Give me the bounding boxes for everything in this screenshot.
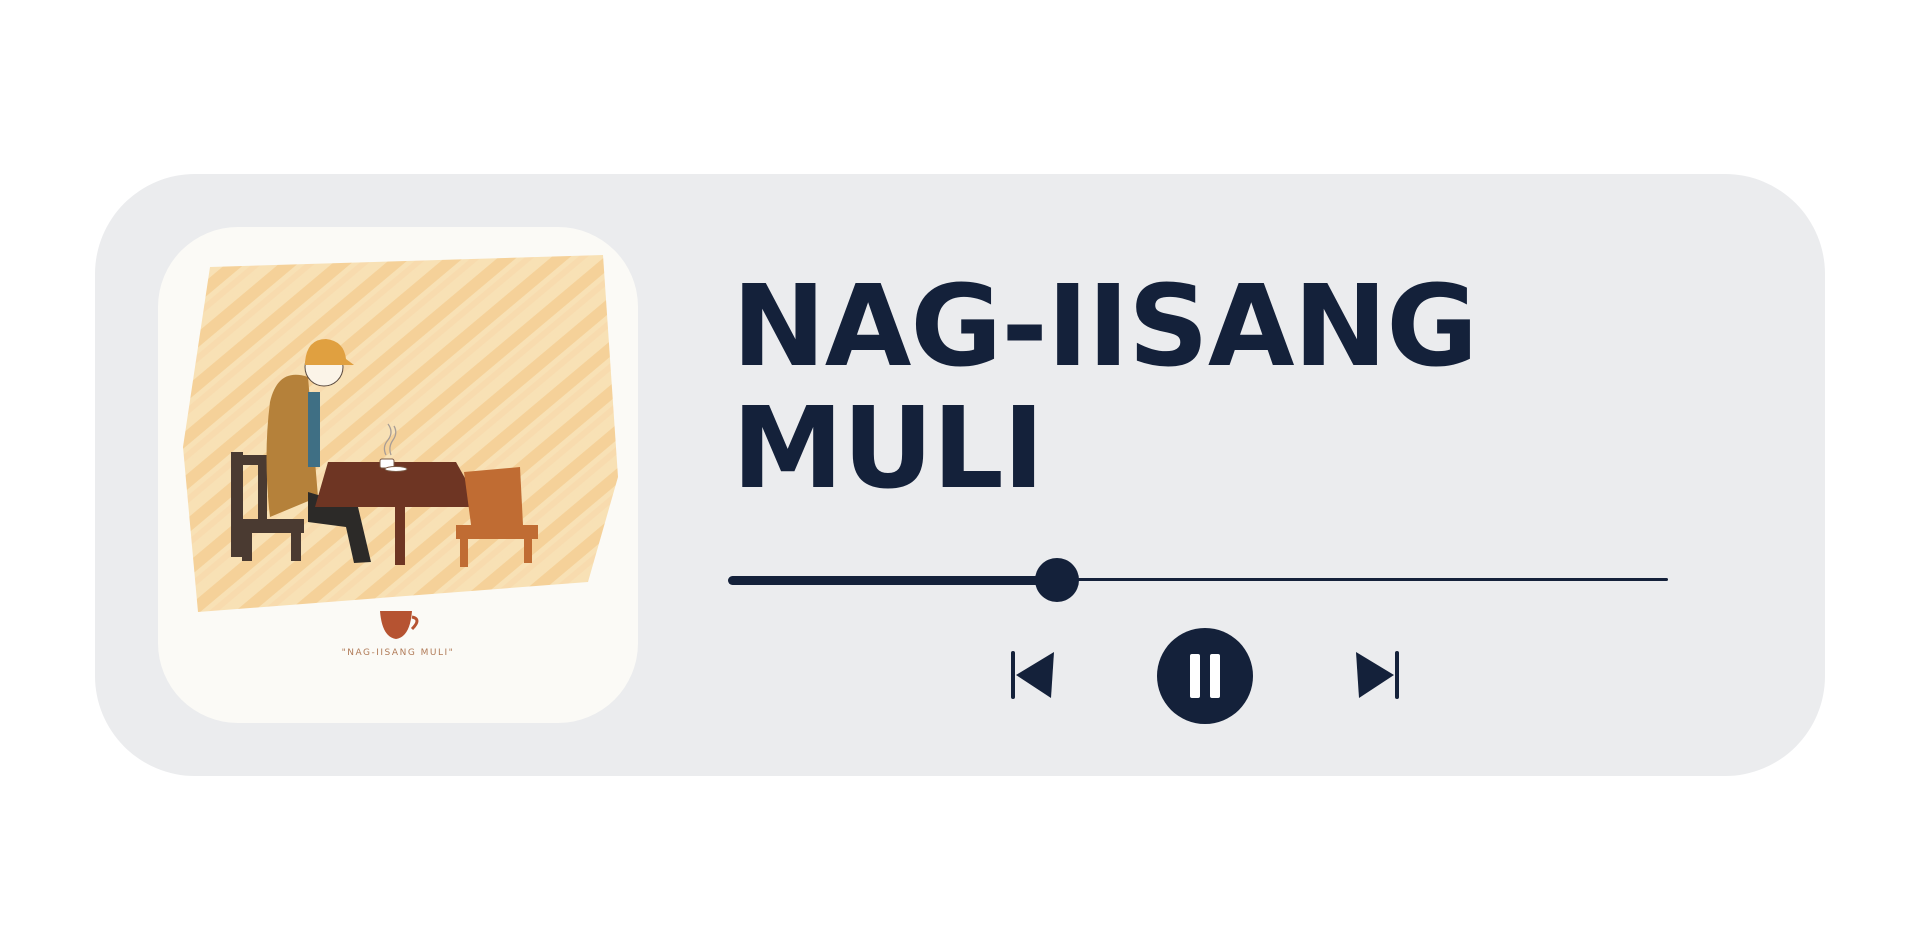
next-track-button[interactable] <box>1350 648 1400 702</box>
progress-remaining-bar <box>1057 578 1668 581</box>
album-caption: "NAG-IISANG MULI" <box>341 648 455 658</box>
song-title: NAG-IISANG MULI <box>732 262 1478 514</box>
music-player-card: "NAG-IISANG MULI" NAG-IISANG MULI <box>95 174 1825 776</box>
album-cover: "NAG-IISANG MULI" <box>158 227 638 723</box>
skip-next-icon <box>1356 651 1399 699</box>
progress-slider[interactable] <box>728 558 1668 602</box>
progress-knob[interactable] <box>1035 558 1079 602</box>
skip-previous-icon <box>1011 651 1054 699</box>
pause-button[interactable] <box>1157 628 1253 724</box>
previous-track-button[interactable] <box>1010 648 1060 702</box>
progress-played-bar <box>728 576 1057 585</box>
pause-icon <box>1190 654 1220 698</box>
